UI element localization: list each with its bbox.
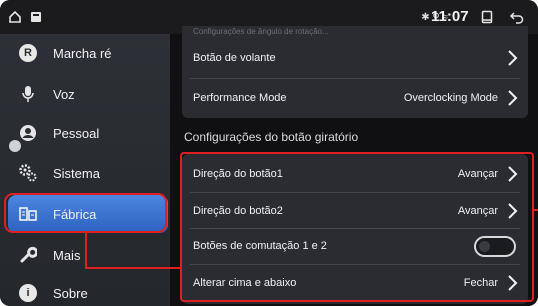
settings-card-general: Botão de volante Performance Mode Overcl… [182, 30, 528, 118]
sidebar-item-sistema[interactable]: Sistema [8, 154, 168, 192]
sidebar-item-label: Voz [53, 86, 75, 102]
microphone-icon [17, 83, 39, 105]
sidebar-item-label: Sobre [53, 285, 88, 301]
row-label: Botão de volante [193, 52, 276, 64]
settings-row-botao-volante[interactable]: Botão de volante [182, 40, 528, 76]
screen: ✱ ⚲ ≈ 11:07 R Marcha ré Voz Pessoal Sist… [0, 0, 538, 306]
annotation-connector [85, 233, 87, 269]
notification-icon[interactable] [28, 0, 44, 34]
sidebar-item-label: Mais [53, 247, 81, 263]
sidebar-item-voz[interactable]: Voz [8, 75, 168, 113]
annotation-highlight-fabrica [4, 193, 167, 233]
divider [190, 78, 520, 79]
sidebar-item-marcha-re[interactable]: R Marcha ré [8, 34, 168, 72]
row-label: Performance Mode [193, 92, 287, 104]
section-title: Configurações do botão giratório [184, 130, 359, 144]
partial-row-text: Configurações de ângulo de rotação... [193, 27, 329, 36]
sidebar-item-pessoal[interactable]: Pessoal [8, 114, 168, 152]
annotation-connector [533, 209, 538, 211]
person-icon [17, 122, 39, 144]
chevron-right-icon [508, 50, 518, 66]
annotation-highlight-rotary [180, 152, 534, 302]
sidebar-item-label: Marcha ré [53, 45, 112, 61]
scrolled-row-partial: Configurações de ângulo de rotação... [182, 26, 528, 40]
sidebar-item-label: Sistema [53, 165, 100, 181]
gears-icon [17, 162, 39, 184]
reverse-gear-icon: R [17, 42, 39, 64]
sidebar-item-label: Pessoal [53, 125, 100, 141]
home-icon[interactable] [6, 0, 24, 34]
sidebar-item-sobre[interactable]: i Sobre [8, 274, 168, 306]
wrench-icon [17, 244, 39, 266]
chevron-right-icon [508, 90, 518, 106]
info-icon: i [17, 282, 39, 304]
row-value: Overclocking Mode [403, 92, 498, 104]
settings-row-performance-mode[interactable]: Performance Mode Overclocking Mode [182, 80, 528, 116]
annotation-connector [85, 267, 181, 269]
